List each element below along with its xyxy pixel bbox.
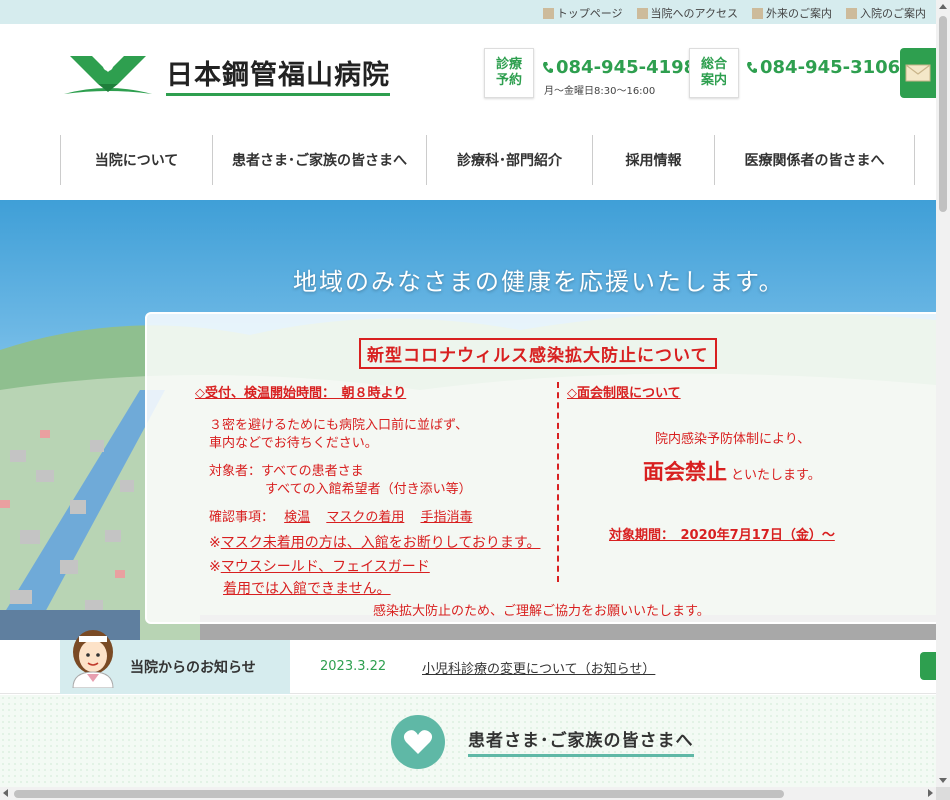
notice-mask-text: マスク未着用の方は、入館をお断りしております。 bbox=[220, 535, 541, 551]
mail-icon bbox=[905, 64, 931, 82]
nav-item-recruit[interactable]: 採用情報 bbox=[592, 135, 714, 185]
reservation-label-line2: 予約 bbox=[495, 73, 522, 88]
notice-period: 対象期間： 2020年7月17日（金）～ bbox=[609, 528, 835, 543]
notice-check-row: 確認事項： 検温 マスクの着用 手指消毒 bbox=[209, 506, 472, 525]
news-date: 2023.3.22 bbox=[320, 659, 387, 674]
notice-shield-line2: 着用では入館できません。 bbox=[223, 581, 391, 597]
heart-badge bbox=[391, 715, 445, 769]
notice-check-label: 確認事項： bbox=[209, 510, 275, 525]
notice-footer: 感染拡大防止のため、ご理解ご協力をお願いいたします。 bbox=[373, 604, 710, 619]
nurse-avatar-icon bbox=[72, 630, 114, 688]
reservation-hours: 月～金曜日8:30～16:00 bbox=[544, 86, 656, 97]
notice-visit-ban-row: 面会禁止 といたします。 bbox=[643, 456, 821, 486]
notice-visit-ban-suffix: といたします。 bbox=[731, 468, 821, 483]
news-more-button[interactable] bbox=[920, 652, 936, 680]
utility-link-label: 当院へのアクセス bbox=[650, 7, 738, 20]
site-logo[interactable]: 日本鋼管福山病院 bbox=[62, 52, 390, 96]
general-info-badge: 総合 案内 bbox=[689, 48, 739, 98]
square-bullet-icon bbox=[846, 7, 857, 19]
utility-links: トップページ 当院へのアクセス 外来のご案内 入院のご案内 bbox=[542, 5, 926, 21]
notice-target-line1: 対象者：すべての患者さま bbox=[209, 464, 364, 479]
nav-item-label: 医療関係者の皆さまへ bbox=[744, 153, 885, 169]
covid-notice-panel: 新型コロナウィルス感染拡大防止について ◇受付、検温開始時間： 朝８時より ３密… bbox=[145, 312, 936, 624]
utility-link-access[interactable]: 当院へのアクセス bbox=[636, 5, 738, 21]
scroll-left-icon[interactable] bbox=[3, 789, 8, 797]
reservation-badge: 診療 予約 bbox=[484, 48, 534, 98]
notice-reception-line1: ３密を避けるためにも病院入口前に並ばず、 bbox=[209, 418, 469, 433]
notice-title: 新型コロナウィルス感染拡大防止について bbox=[359, 338, 717, 369]
global-nav: 当院について 患者さま･ご家族の皆さまへ 診療科･部門紹介 採用情報 医療関係者… bbox=[60, 135, 936, 185]
scroll-right-icon[interactable] bbox=[928, 789, 933, 797]
square-bullet-icon bbox=[542, 7, 554, 19]
nav-item-label: 当院について bbox=[94, 153, 179, 169]
phone-icon bbox=[543, 61, 553, 73]
square-bullet-icon bbox=[752, 7, 763, 19]
mail-button[interactable] bbox=[900, 48, 936, 98]
patients-section: 患者さま･ご家族の皆さまへ bbox=[0, 695, 936, 787]
notice-reception-heading: ◇受付、検温開始時間： 朝８時より bbox=[195, 386, 407, 401]
utility-link-top[interactable]: トップページ bbox=[542, 5, 623, 21]
notice-visit-heading: ◇面会制限について bbox=[567, 386, 681, 401]
nav-item-patients[interactable]: 患者さま･ご家族の皆さまへ bbox=[212, 135, 426, 185]
notice-mask-prefix: ※ bbox=[209, 535, 221, 551]
notice-check-item: 検温 bbox=[284, 510, 311, 525]
utility-link-label: 入院のご案内 bbox=[860, 7, 926, 20]
logo-mark-icon bbox=[64, 56, 152, 94]
notice-mask-note: ※マスク未着用の方は、入館をお断りしております。 bbox=[209, 532, 541, 552]
general-label-line1: 総合 bbox=[700, 57, 727, 72]
general-label-line2: 案内 bbox=[700, 73, 727, 88]
news-link[interactable]: 小児科診療の変更について（お知らせ） bbox=[422, 658, 655, 677]
reservation-phone-number: 084-945-4198 bbox=[556, 57, 697, 78]
vertical-scrollbar[interactable] bbox=[936, 0, 950, 787]
vertical-scroll-thumb[interactable] bbox=[939, 16, 947, 212]
horizontal-scrollbar[interactable] bbox=[0, 787, 936, 800]
general-phone-number: 084-945-3106 bbox=[760, 57, 901, 78]
nav-item-medical-professionals[interactable]: 医療関係者の皆さまへ bbox=[714, 135, 914, 185]
nav-item-label: 患者さま･ご家族の皆さまへ bbox=[232, 153, 407, 169]
notice-shield-note: ※マウスシールド、フェイスガード bbox=[209, 556, 430, 576]
horizontal-scroll-thumb[interactable] bbox=[14, 790, 784, 798]
news-label: 当院からのお知らせ bbox=[130, 660, 256, 676]
nav-item-departments[interactable]: 診療科･部門紹介 bbox=[426, 135, 592, 185]
utility-link-outpatient[interactable]: 外来のご案内 bbox=[752, 5, 832, 21]
scroll-up-icon[interactable] bbox=[939, 4, 947, 9]
nav-item-label: 診療科･部門紹介 bbox=[457, 153, 562, 169]
news-label-box: 当院からのお知らせ bbox=[60, 630, 290, 694]
notice-shield-text: マウスシールド、フェイスガード bbox=[220, 559, 430, 575]
hero-title: 地域のみなさまの健康を応援いたします。 bbox=[293, 268, 785, 296]
reservation-phone[interactable]: 084-945-4198 bbox=[542, 57, 696, 78]
nav-item-about[interactable]: 当院について bbox=[60, 135, 212, 185]
notice-reception-line2: 車内などでお待ちください。 bbox=[209, 436, 378, 451]
scroll-down-icon[interactable] bbox=[939, 778, 947, 783]
section-title: 患者さま･ご家族の皆さまへ bbox=[468, 726, 694, 757]
utility-link-label: 外来のご案内 bbox=[766, 7, 832, 20]
notice-check-item: マスクの着用 bbox=[326, 510, 405, 525]
notice-visit-line1: 院内感染予防体制により、 bbox=[655, 432, 811, 447]
square-bullet-icon bbox=[636, 7, 648, 19]
utility-link-label: トップページ bbox=[556, 7, 623, 20]
hero-banner: 地域のみなさまの健康を応援いたします。 新型コロナウィルス感染拡大防止について … bbox=[0, 200, 936, 640]
scrollbar-corner bbox=[936, 787, 950, 800]
notice-target-line2: すべての入館希望者（付き添い等） bbox=[265, 482, 472, 497]
nav-divider bbox=[914, 135, 936, 185]
utility-link-inpatient[interactable]: 入院のご案内 bbox=[846, 5, 926, 21]
logo-text: 日本鋼管福山病院 bbox=[166, 53, 390, 96]
nav-item-label: 採用情報 bbox=[625, 153, 682, 169]
notice-divider bbox=[557, 382, 559, 582]
general-phone[interactable]: 084-945-3106 bbox=[746, 57, 900, 78]
phone-icon bbox=[747, 61, 757, 73]
reservation-label-line1: 診療 bbox=[495, 57, 522, 72]
news-bar: 当院からのお知らせ 2023.3.22 小児科診療の変更について（お知らせ） bbox=[0, 630, 936, 694]
notice-shield-prefix: ※ bbox=[209, 559, 221, 575]
top-utility-bar: トップページ 当院へのアクセス 外来のご案内 入院のご案内 bbox=[0, 0, 936, 24]
site-header: 日本鋼管福山病院 診療 予約 084-945-4198 月～金曜日8:30～16:… bbox=[0, 24, 936, 134]
notice-visit-ban: 面会禁止 bbox=[643, 460, 727, 484]
notice-check-item: 手指消毒 bbox=[420, 510, 473, 525]
heart-icon bbox=[403, 730, 433, 754]
